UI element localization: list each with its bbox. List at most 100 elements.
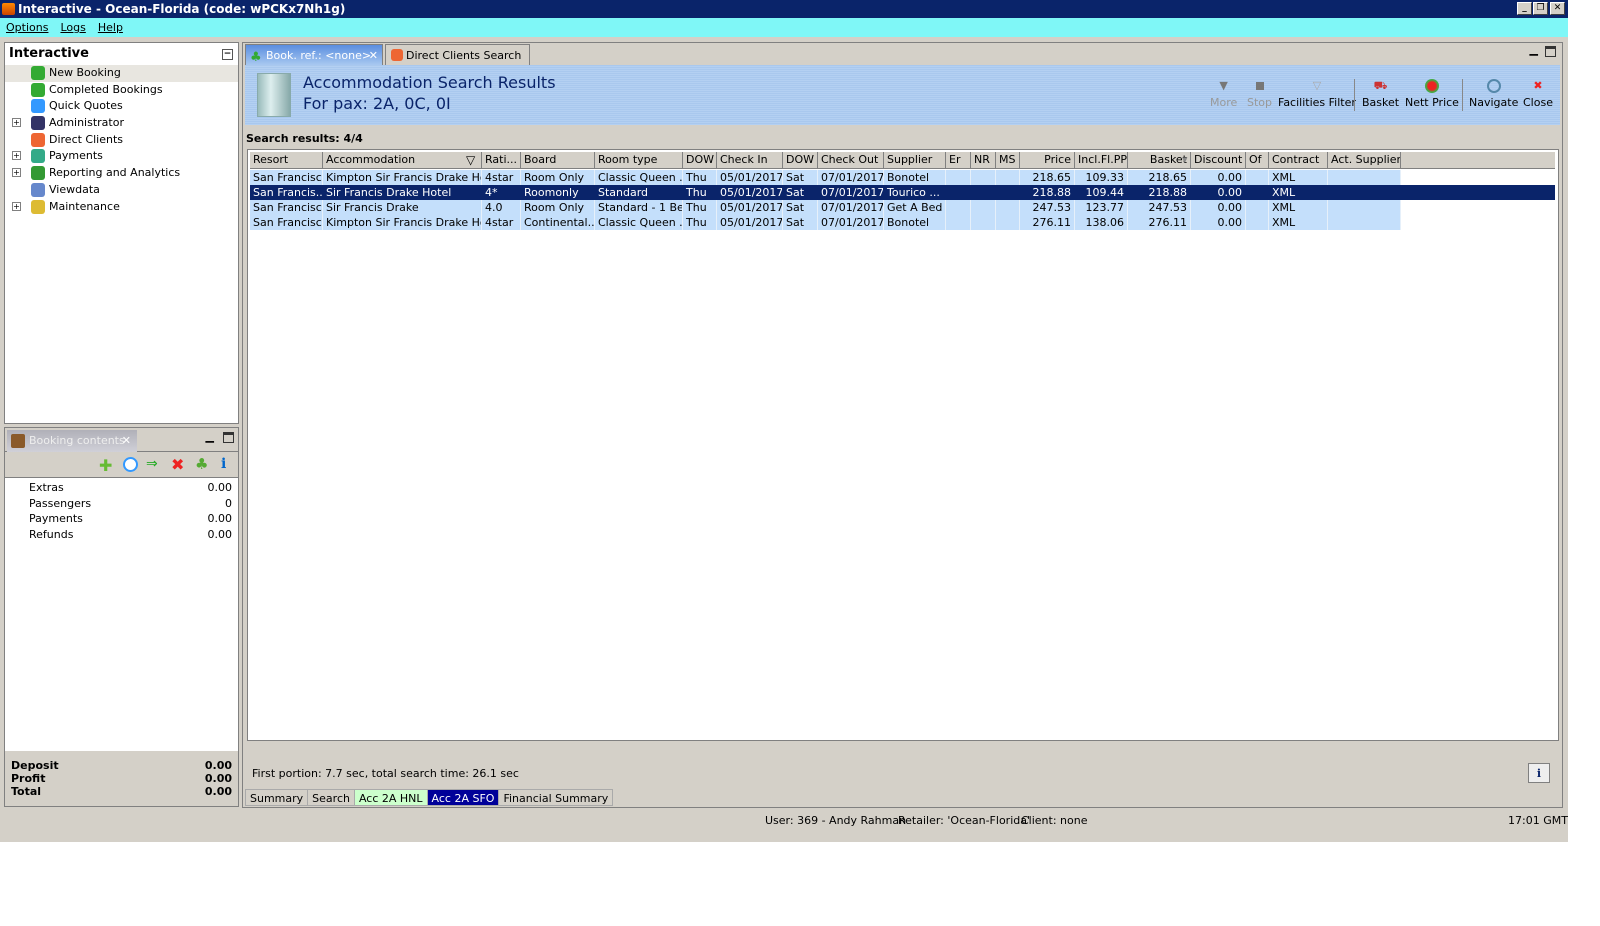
menu-options[interactable]: Options bbox=[6, 21, 48, 34]
booking-contents-tab[interactable]: Booking contents ✕ bbox=[7, 430, 137, 452]
expand-icon[interactable]: + bbox=[12, 118, 21, 128]
sidebar-item-reporting-and-analytics[interactable]: + Reporting and Analytics bbox=[5, 165, 238, 182]
column-header[interactable]: Discount bbox=[1191, 152, 1246, 169]
grid-cell: Sir Francis Drake Hotel bbox=[323, 185, 482, 200]
palm-icon[interactable]: ♣ bbox=[195, 455, 208, 473]
grid-cell: 138.06 bbox=[1075, 215, 1128, 230]
column-header[interactable]: Price bbox=[1020, 152, 1075, 169]
navigate-button[interactable]: Navigate bbox=[1469, 79, 1518, 109]
table-row[interactable]: San Francisco Kimpton Sir Francis Drake H… bbox=[250, 170, 1401, 185]
bottom-tab-summary[interactable]: Summary bbox=[245, 789, 309, 806]
column-header[interactable]: Board bbox=[521, 152, 595, 169]
close-button[interactable]: ✖ Close bbox=[1523, 79, 1553, 109]
stop-icon bbox=[1255, 82, 1264, 90]
grid-cell: Room Only bbox=[521, 200, 595, 215]
close-tab-icon[interactable]: ✕ bbox=[369, 45, 378, 66]
maximize-icon[interactable] bbox=[223, 432, 234, 443]
minimize-icon[interactable]: ▁ bbox=[1530, 43, 1538, 56]
column-header[interactable]: Check In bbox=[717, 152, 783, 169]
table-row[interactable]: San Francis... Sir Francis Drake Hotel 4* R… bbox=[250, 185, 1555, 200]
tab-direct-clients-search[interactable]: Direct Clients Search bbox=[385, 44, 530, 65]
menu-bar: Options Logs Help bbox=[0, 18, 1568, 37]
column-header[interactable]: MS bbox=[996, 152, 1020, 169]
bottom-tab-acc-2a-hnl[interactable]: Acc 2A HNL bbox=[353, 789, 428, 806]
bottom-tab-financial-summary[interactable]: Financial Summary bbox=[498, 789, 614, 806]
maximize-icon[interactable] bbox=[1545, 46, 1556, 57]
column-header[interactable]: Incl.Fl.PP bbox=[1075, 152, 1128, 169]
bottom-tab-acc-2a-sfo[interactable]: Acc 2A SFO bbox=[426, 789, 500, 806]
column-header[interactable]: Of bbox=[1246, 152, 1269, 169]
column-header[interactable]: Contract bbox=[1269, 152, 1328, 169]
info-button[interactable]: i bbox=[1528, 763, 1550, 783]
grid-cell bbox=[1246, 200, 1269, 215]
menu-logs[interactable]: Logs bbox=[60, 21, 85, 34]
column-header[interactable]: Check Out bbox=[818, 152, 884, 169]
expand-icon[interactable]: + bbox=[12, 201, 21, 211]
table-row[interactable]: San Francisco Sir Francis Drake 4.0 Room On… bbox=[250, 200, 1401, 215]
column-header[interactable]: DOW bbox=[783, 152, 818, 169]
grid-cell bbox=[996, 185, 1020, 200]
sidebar-item-direct-clients[interactable]: Direct Clients bbox=[5, 132, 238, 149]
column-header[interactable]: Supplier bbox=[884, 152, 946, 169]
sidebar-item-administrator[interactable]: + Administrator bbox=[5, 115, 238, 132]
column-header[interactable]: Accommodation bbox=[323, 152, 482, 169]
grid-cell: 0.00 bbox=[1191, 215, 1246, 230]
expand-icon[interactable]: + bbox=[12, 151, 21, 161]
grid-cell: Kimpton Sir Francis Drake Hotel bbox=[323, 215, 482, 230]
grid-cell: San Francis... bbox=[250, 185, 323, 200]
column-header[interactable]: Er bbox=[946, 152, 971, 169]
sidebar-item-completed-bookings[interactable]: Completed Bookings bbox=[5, 82, 238, 99]
nav-item-icon bbox=[31, 82, 45, 97]
column-header[interactable]: Act. Supplier bbox=[1328, 152, 1401, 169]
column-header[interactable]: DOW bbox=[683, 152, 717, 169]
nett-price-label: Nett Price bbox=[1405, 96, 1459, 109]
close-window-button[interactable]: ✕ bbox=[1550, 2, 1565, 15]
grid-cell: Sat bbox=[783, 170, 818, 185]
collapse-icon[interactable]: − bbox=[222, 49, 233, 60]
sidebar-item-viewdata[interactable]: Viewdata bbox=[5, 182, 238, 199]
table-row[interactable]: San Francisco Kimpton Sir Francis Drake H… bbox=[250, 215, 1401, 230]
minimize-icon[interactable]: ▁ bbox=[206, 430, 214, 443]
add-icon[interactable]: ✚ bbox=[99, 456, 112, 475]
booking-toolbar: ✚ ⇒ ✖ ♣ i bbox=[5, 452, 238, 478]
nett-price-button[interactable]: Nett Price bbox=[1405, 79, 1459, 109]
grid-cell: 0.00 bbox=[1191, 170, 1246, 185]
sidebar-item-label: Direct Clients bbox=[49, 132, 124, 146]
status-client: Client: none bbox=[1021, 814, 1088, 827]
expand-icon[interactable]: + bbox=[12, 168, 21, 178]
booking-contents-row: Payments 0.00 bbox=[5, 511, 238, 527]
column-header[interactable]: Rati... bbox=[482, 152, 521, 169]
basket-button[interactable]: ⛟ Basket bbox=[1362, 79, 1399, 109]
grid-cell bbox=[1246, 215, 1269, 230]
compass-icon bbox=[1486, 79, 1501, 93]
sidebar-item-payments[interactable]: + Payments bbox=[5, 148, 238, 165]
more-button[interactable]: ▼ More bbox=[1210, 79, 1237, 109]
delete-icon[interactable]: ✖ bbox=[171, 455, 184, 474]
close-icon[interactable]: ✕ bbox=[122, 430, 131, 452]
column-header[interactable]: Resort bbox=[250, 152, 323, 169]
bottom-tab-search[interactable]: Search bbox=[307, 789, 355, 806]
sidebar-item-maintenance[interactable]: + Maintenance bbox=[5, 199, 238, 216]
facilities-filter-button[interactable]: ▽ Facilities Filter bbox=[1278, 79, 1356, 109]
tab-booking-label: Book. ref.: <none> bbox=[266, 49, 372, 62]
menu-help[interactable]: Help bbox=[98, 21, 123, 34]
tab-booking[interactable]: ♣ Book. ref.: <none> ✕ bbox=[245, 44, 383, 65]
sidebar-item-new-booking[interactable]: New Booking bbox=[5, 65, 238, 82]
filter-icon[interactable]: ▽ bbox=[466, 152, 475, 168]
column-header[interactable]: NR bbox=[971, 152, 996, 169]
navigation-panel: Interactive − New Booking Completed Booki… bbox=[4, 42, 239, 424]
main-tabs: ♣ Book. ref.: <none> ✕ Direct Clients Se… bbox=[243, 43, 1562, 65]
sidebar-item-quick-quotes[interactable]: Quick Quotes bbox=[5, 98, 238, 115]
stop-button[interactable]: Stop bbox=[1247, 79, 1272, 109]
grid-cell bbox=[971, 170, 996, 185]
restore-button[interactable]: ❐ bbox=[1533, 2, 1548, 15]
info-icon[interactable]: i bbox=[221, 456, 226, 472]
sort-desc-icon[interactable]: ▾ bbox=[1182, 152, 1188, 168]
total-value: 0.00 bbox=[204, 772, 232, 785]
basket-transfer-icon[interactable]: ⇒ bbox=[146, 456, 158, 472]
column-header[interactable]: Room type bbox=[595, 152, 683, 169]
grid-cell: 4.0 bbox=[482, 200, 521, 215]
minimize-button[interactable]: _ bbox=[1517, 2, 1532, 15]
clock-icon[interactable] bbox=[123, 457, 138, 472]
page-title: Accommodation Search Results bbox=[303, 73, 556, 92]
